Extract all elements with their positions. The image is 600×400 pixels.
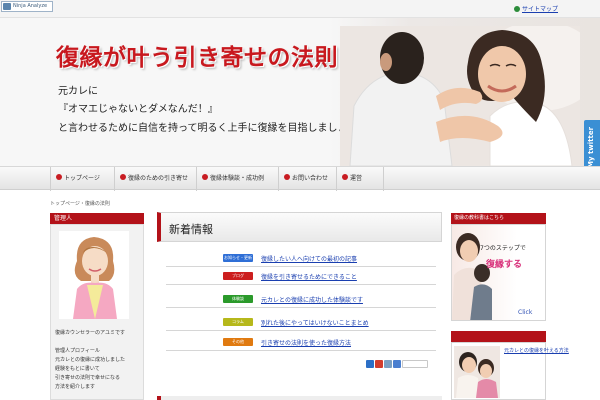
- nav-item-about[interactable]: 運営: [336, 167, 384, 191]
- global-nav: トップページ 復縁のための引き寄せ 復縁体験談・成功例 お問い合わせ 運営: [0, 166, 600, 191]
- banner-couple-image: [452, 233, 492, 320]
- category-badge: 体験談: [223, 295, 253, 303]
- ninja-icon: [3, 3, 11, 10]
- category-badge: お知らせ・更新: [223, 254, 253, 262]
- couple-hug-image: [340, 26, 580, 166]
- social-bookmark-bar: [366, 360, 429, 369]
- hatena-icon[interactable]: [366, 360, 374, 368]
- category-badge: その他: [223, 338, 253, 346]
- profile-text-3: 管理人プロフィール: [55, 348, 100, 354]
- profile-text-5: 経験をもとに書いて: [55, 366, 100, 372]
- news-row: ブログ 復縁を引き寄せるためにできること: [166, 268, 436, 285]
- nav-item-label: 復縁体験談・成功例: [210, 175, 265, 182]
- bullet-icon: [284, 174, 290, 180]
- news-row: 体験談 元カレとの復縁に成功した体験談です: [166, 291, 436, 308]
- news-row: コラム 別れた後にやってはいけないことまとめ: [166, 314, 436, 331]
- news-row: お知らせ・更新 復縁したい人へ向けての最初の記事: [166, 250, 436, 267]
- category-badge: ブログ: [223, 272, 253, 280]
- profile-text-4: 元カレとの復縁に成功しました: [55, 357, 125, 363]
- banner-text-2: 復縁する: [486, 260, 523, 270]
- related-heading: [451, 331, 546, 342]
- next-section-heading: [157, 396, 442, 400]
- news-row: その他 引き寄せの法則を使った復縁方法: [166, 334, 436, 351]
- news-link[interactable]: 引き寄せの法則を使った復縁方法: [261, 338, 351, 347]
- news-heading: 新着情報: [169, 223, 213, 236]
- nav-item-stories[interactable]: 復縁体験談・成功例: [196, 167, 278, 191]
- bookmark-count-box: [402, 360, 428, 368]
- tagline-line-1: 元カレに: [58, 86, 98, 97]
- site-header: 復縁が叶う引き寄せの法則 元カレに 『オマエじゃないとダメなんだ！』 と言わせる…: [0, 18, 600, 166]
- yahoo-icon[interactable]: [375, 360, 383, 368]
- bullet-icon: [56, 174, 62, 180]
- profile-illustration: [59, 231, 129, 319]
- profile-text-7: 方法を紹介します: [55, 384, 96, 390]
- bullet-icon: [202, 174, 208, 180]
- news-link[interactable]: 復縁を引き寄せるためにできること: [261, 272, 357, 281]
- related-link[interactable]: 元カレとの復縁を叶える方法: [504, 347, 569, 354]
- nav-item-label: トップページ: [64, 175, 100, 182]
- related-thumbnail[interactable]: [454, 346, 500, 398]
- bullet-icon: [342, 174, 348, 180]
- breadcrumb[interactable]: トップページ・復縁の法則: [50, 200, 110, 207]
- ninja-analyze-badge[interactable]: Ninja Analyze: [1, 1, 53, 12]
- nav-item-label: お問い合わせ: [292, 175, 329, 182]
- profile-text-6: 引き寄せの法則で幸せになる: [55, 375, 121, 381]
- ebook-banner[interactable]: 7つのステップで 復縁する Click: [451, 224, 546, 321]
- tagline-line-3: と言わせるために自信を持って明るく上手に復縁を目指しましょう。: [58, 123, 367, 134]
- sitemap-label: サイトマップ: [522, 6, 559, 13]
- news-link[interactable]: 復縁したい人へ向けての最初の記事: [261, 254, 357, 263]
- profile-heading: 管理人: [50, 213, 144, 224]
- news-heading-box: 新着情報: [157, 212, 442, 242]
- ninja-label: Ninja Analyze: [13, 3, 48, 9]
- banner-heading: 復縁の教科書はこちら: [451, 213, 546, 224]
- sitemap-link[interactable]: サイトマップ: [514, 4, 558, 13]
- nav-item-contact[interactable]: お問い合わせ: [278, 167, 336, 191]
- site-title[interactable]: 復縁が叶う引き寄せの法則: [56, 38, 338, 72]
- top-bar: Ninja Analyze サイトマップ: [0, 0, 600, 18]
- bullet-icon: [120, 174, 126, 180]
- arrow-icon: [514, 6, 520, 12]
- twitter-side-tab[interactable]: My twitter: [584, 120, 600, 166]
- page: Ninja Analyze サイトマップ 復縁が叶う引き寄せの法則 元カレに 『…: [0, 0, 600, 400]
- category-badge: コラム: [223, 318, 253, 326]
- banner-text-1: 7つのステップで: [480, 245, 526, 252]
- news-link[interactable]: 元カレとの復縁に成功した体験談です: [261, 295, 363, 304]
- google-icon[interactable]: [393, 360, 401, 368]
- livedoor-icon[interactable]: [384, 360, 392, 368]
- profile-text-1: 復縁カウンセラーのアユミです: [55, 330, 126, 336]
- twitter-tab-label: My twitter: [587, 126, 595, 166]
- nav-item-attraction[interactable]: 復縁のための引き寄せ: [114, 167, 196, 191]
- news-link[interactable]: 別れた後にやってはいけないことまとめ: [261, 318, 369, 327]
- profile-box: 復縁カウンセラーのアユミです 管理人プロフィール 元カレとの復縁に成功しました …: [50, 224, 144, 400]
- tagline-line-2: 『オマエじゃないとダメなんだ！』: [58, 104, 218, 115]
- nav-item-label: 運営: [350, 175, 363, 182]
- related-box: 元カレとの復縁を叶える方法: [451, 342, 569, 400]
- banner-click-label: Click: [518, 309, 533, 316]
- nav-item-top[interactable]: トップページ: [50, 167, 114, 191]
- nav-item-label: 復縁のための引き寄せ: [128, 175, 189, 182]
